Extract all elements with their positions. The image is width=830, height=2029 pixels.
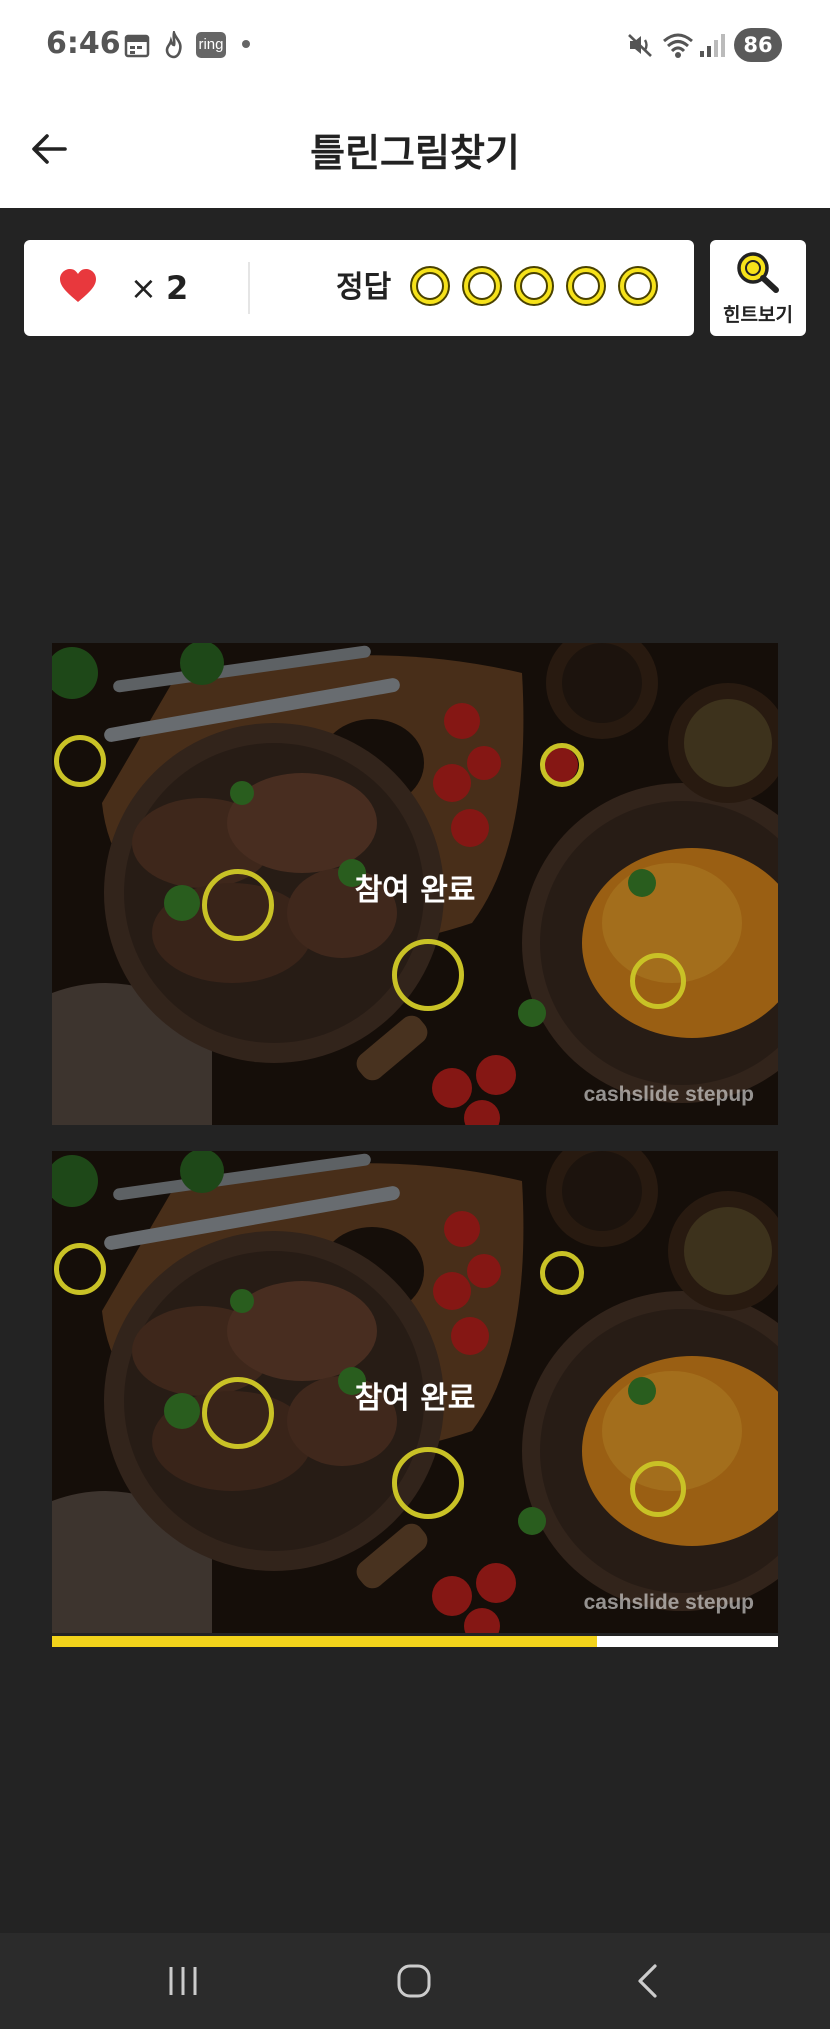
difference-mark	[630, 1461, 686, 1517]
hint-button[interactable]: 힌트보기	[710, 240, 806, 336]
status-time: 6:46	[46, 26, 121, 61]
magnifier-icon	[734, 250, 782, 294]
ring-badge: ring	[196, 32, 226, 58]
timer-progress-fill	[52, 1636, 597, 1647]
nav-back-button[interactable]	[622, 1959, 672, 2003]
calendar-icon	[124, 30, 150, 60]
times-sign: ×	[130, 269, 157, 307]
watermark: cashslide stepup	[583, 1083, 754, 1106]
signal-icon	[698, 30, 726, 60]
puzzle-image-bottom[interactable]: 참여 완료 cashslide stepup	[52, 1151, 778, 1633]
answer-slot	[566, 266, 606, 306]
completion-text: 참여 완료	[354, 1381, 476, 1416]
answer-label: 정답	[336, 270, 392, 305]
recent-apps-icon	[169, 1967, 197, 1995]
lives-count: 2	[166, 269, 189, 307]
heart-icon	[58, 268, 98, 304]
answer-slot	[618, 266, 658, 306]
app-bar: 틀린그림찾기	[0, 90, 830, 208]
answer-slot	[514, 266, 554, 306]
puzzle-image-top[interactable]: 참여 완료 cashslide stepup	[52, 643, 778, 1125]
hint-label: 힌트보기	[723, 304, 793, 326]
difference-mark	[540, 743, 584, 787]
home-icon	[397, 1964, 431, 1998]
flame-icon	[164, 30, 184, 60]
watermark: cashslide stepup	[583, 1591, 754, 1614]
difference-mark	[540, 1251, 584, 1295]
mute-icon	[626, 30, 654, 60]
answer-slots	[410, 266, 658, 306]
page-title: 틀린그림찾기	[310, 131, 520, 175]
score-card: × 2 정답	[24, 240, 694, 336]
card-divider	[248, 262, 250, 314]
battery-indicator: 86	[734, 28, 782, 62]
timer-progress-bar	[52, 1636, 778, 1647]
difference-mark	[392, 939, 464, 1011]
nav-back-icon	[638, 1964, 657, 1998]
difference-mark	[630, 953, 686, 1009]
home-button[interactable]	[389, 1959, 439, 2003]
wifi-icon	[662, 30, 694, 60]
difference-mark	[54, 735, 106, 787]
difference-mark	[392, 1447, 464, 1519]
recent-apps-button[interactable]	[158, 1959, 208, 2003]
answer-slot	[410, 266, 450, 306]
completion-text: 참여 완료	[354, 873, 476, 908]
difference-mark	[54, 1243, 106, 1295]
system-nav-bar	[0, 1933, 830, 2029]
answer-slot	[462, 266, 502, 306]
notification-dot	[242, 40, 250, 48]
status-bar: 6:46 ring 86	[0, 0, 830, 90]
